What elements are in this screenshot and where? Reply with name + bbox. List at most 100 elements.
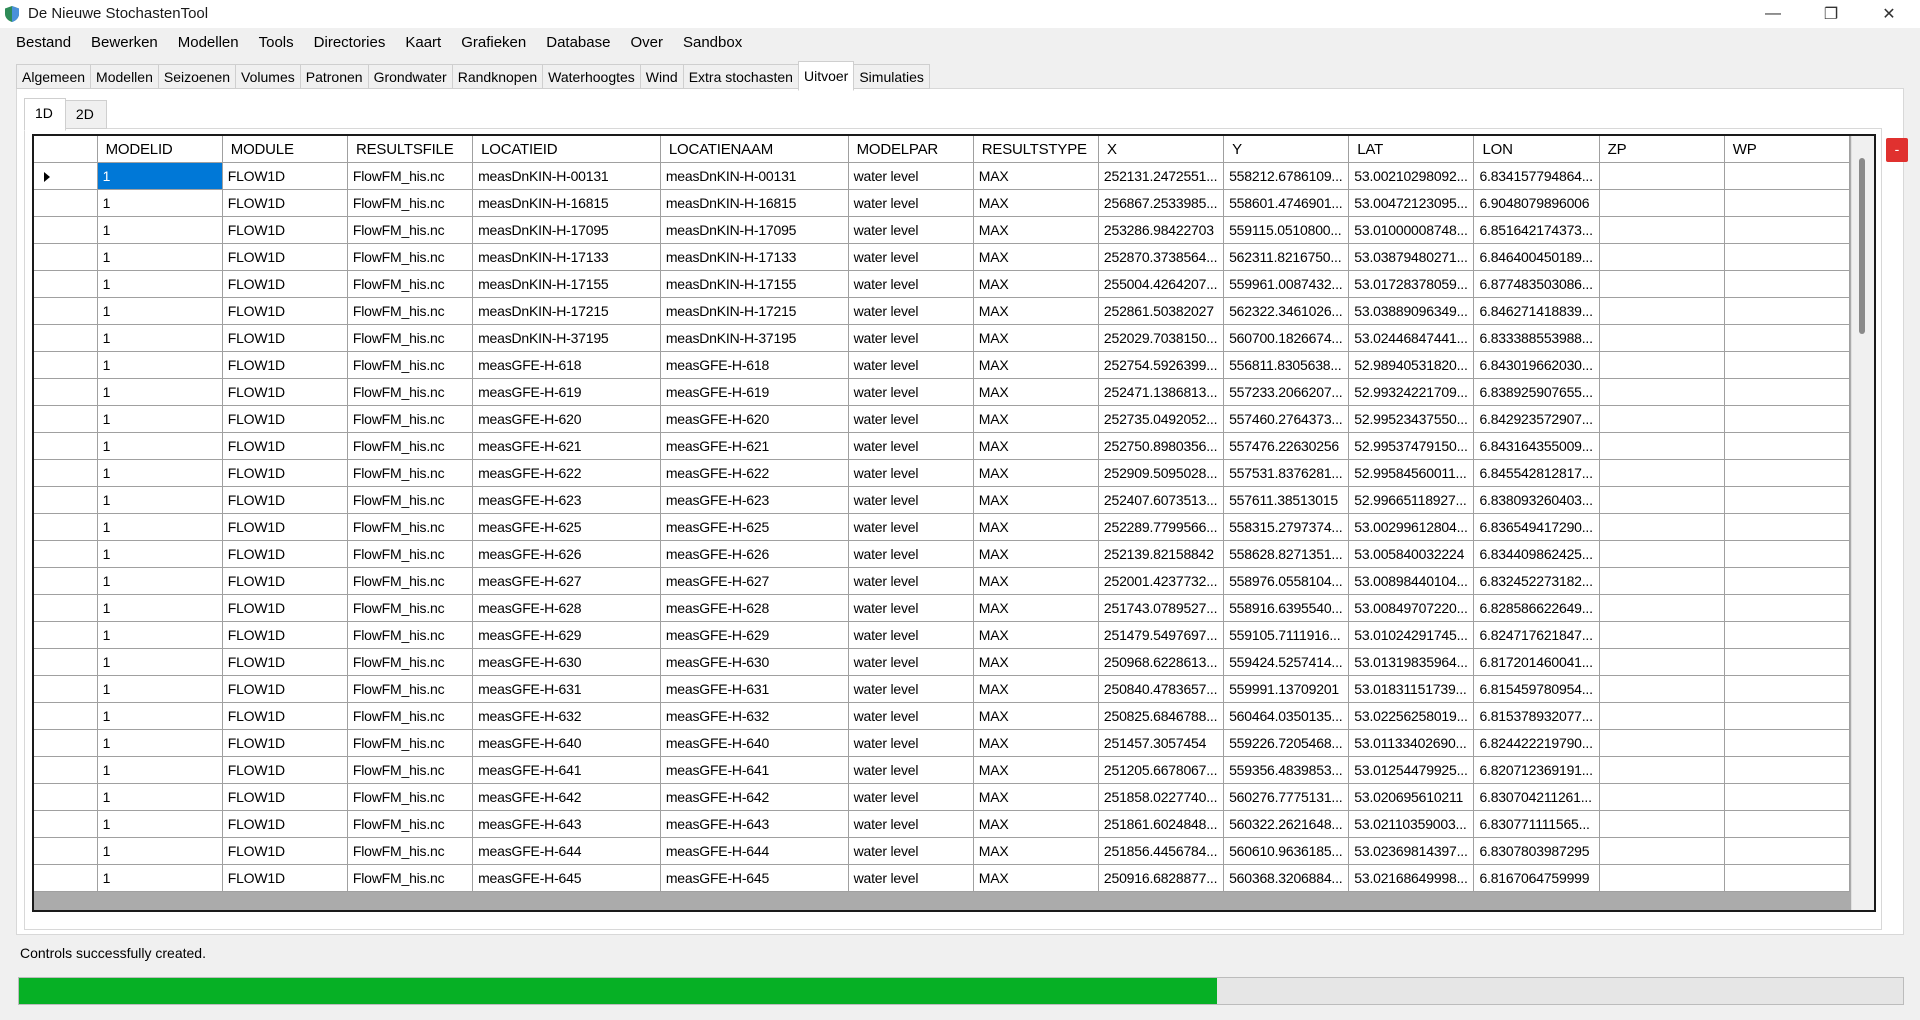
cell-zp[interactable] (1599, 163, 1725, 190)
row-selector[interactable] (34, 325, 98, 352)
row-selector[interactable] (34, 487, 98, 514)
cell-y[interactable]: 559991.13709201 (1224, 676, 1350, 703)
cell-resultsfile[interactable]: FlowFM_his.nc (347, 379, 474, 406)
cell-y[interactable]: 560610.9636185... (1224, 838, 1350, 865)
cell-module[interactable]: FLOW1D (222, 676, 348, 703)
cell-resultstype[interactable]: MAX (973, 352, 1099, 379)
cell-resultsfile[interactable]: FlowFM_his.nc (347, 217, 474, 244)
cell-lat[interactable]: 53.02369814397... (1349, 838, 1475, 865)
cell-modelid[interactable]: 1 (97, 676, 223, 703)
cell-modelpar[interactable]: water level (848, 703, 974, 730)
table-row[interactable]: 1 FLOW1D FlowFM_his.nc measDnKIN-H-17215 mea… (34, 298, 1850, 325)
cell-locatienaam[interactable]: measGFE-H-645 (660, 865, 849, 892)
row-selector[interactable] (34, 352, 98, 379)
cell-modelpar[interactable]: water level (848, 838, 974, 865)
cell-wp[interactable] (1724, 379, 1850, 406)
cell-modelid[interactable]: 1 (97, 595, 223, 622)
cell-y[interactable]: 556811.8305638... (1224, 352, 1350, 379)
cell-locatienaam[interactable]: measGFE-H-644 (660, 838, 849, 865)
cell-x[interactable]: 251858.0227740... (1098, 784, 1225, 811)
cell-lon[interactable]: 6.843164355009... (1474, 433, 1600, 460)
cell-modelpar[interactable]: water level (848, 298, 974, 325)
cell-lat[interactable]: 53.00849707220... (1349, 595, 1475, 622)
cell-locatienaam[interactable]: measGFE-H-630 (660, 649, 849, 676)
cell-locatienaam[interactable]: measGFE-H-631 (660, 676, 849, 703)
cell-locatieid[interactable]: measGFE-H-625 (473, 514, 661, 541)
cell-modelpar[interactable]: water level (848, 541, 974, 568)
cell-zp[interactable] (1599, 487, 1725, 514)
cell-lon[interactable]: 6.820712369191... (1474, 757, 1600, 784)
cell-resultstype[interactable]: MAX (973, 325, 1099, 352)
table-row[interactable]: 1 FLOW1D FlowFM_his.nc measGFE-H-632 measGFE… (34, 703, 1850, 730)
cell-lon[interactable]: 6.830704211261... (1474, 784, 1600, 811)
cell-modelpar[interactable]: water level (848, 811, 974, 838)
cell-modelpar[interactable]: water level (848, 649, 974, 676)
column-header-modelpar[interactable]: MODELPAR (848, 136, 974, 163)
cell-resultstype[interactable]: MAX (973, 433, 1099, 460)
cell-x[interactable]: 252131.2472551... (1098, 163, 1225, 190)
cell-modelid[interactable]: 1 (97, 541, 223, 568)
cell-locatieid[interactable]: measGFE-H-631 (473, 676, 661, 703)
cell-locatienaam[interactable]: measDnKIN-H-17215 (660, 298, 849, 325)
cell-zp[interactable] (1599, 730, 1725, 757)
cell-modelpar[interactable]: water level (848, 622, 974, 649)
cell-resultstype[interactable]: MAX (973, 730, 1099, 757)
cell-x[interactable]: 252029.7038150... (1098, 325, 1225, 352)
cell-resultstype[interactable]: MAX (973, 838, 1099, 865)
cell-lat[interactable]: 53.02446847441... (1349, 325, 1475, 352)
cell-x[interactable]: 251743.0789527... (1098, 595, 1225, 622)
cell-resultstype[interactable]: MAX (973, 271, 1099, 298)
cell-x[interactable]: 251856.4456784... (1098, 838, 1225, 865)
cell-module[interactable]: FLOW1D (222, 244, 348, 271)
cell-locatienaam[interactable]: measGFE-H-642 (660, 784, 849, 811)
cell-lat[interactable]: 53.01319835964... (1349, 649, 1475, 676)
cell-wp[interactable] (1724, 298, 1850, 325)
cell-modelid[interactable]: 1 (97, 811, 223, 838)
column-header-lon[interactable]: LON (1474, 136, 1600, 163)
cell-wp[interactable] (1724, 541, 1850, 568)
cell-resultsfile[interactable]: FlowFM_his.nc (347, 676, 474, 703)
cell-resultstype[interactable]: MAX (973, 514, 1099, 541)
cell-modelid[interactable]: 1 (97, 244, 223, 271)
cell-lat[interactable]: 53.01254479925... (1349, 757, 1475, 784)
cell-lon[interactable]: 6.8307803987295 (1474, 838, 1600, 865)
cell-modelpar[interactable]: water level (848, 352, 974, 379)
cell-module[interactable]: FLOW1D (222, 838, 348, 865)
cell-wp[interactable] (1724, 190, 1850, 217)
cell-zp[interactable] (1599, 325, 1725, 352)
cell-y[interactable]: 558916.6395540... (1224, 595, 1350, 622)
cell-locatienaam[interactable]: measGFE-H-640 (660, 730, 849, 757)
cell-lon[interactable]: 6.836549417290... (1474, 514, 1600, 541)
cell-lat[interactable]: 53.00299612804... (1349, 514, 1475, 541)
cell-x[interactable]: 253286.98422703 (1098, 217, 1225, 244)
table-row[interactable]: 1 FLOW1D FlowFM_his.nc measDnKIN-H-17155 mea… (34, 271, 1850, 298)
cell-y[interactable]: 559424.5257414... (1224, 649, 1350, 676)
cell-lat[interactable]: 53.03889096349... (1349, 298, 1475, 325)
cell-zp[interactable] (1599, 379, 1725, 406)
cell-zp[interactable] (1599, 217, 1725, 244)
cell-resultstype[interactable]: MAX (973, 190, 1099, 217)
table-row[interactable]: 1 FLOW1D FlowFM_his.nc measGFE-H-630 measGFE… (34, 649, 1850, 676)
cell-locatienaam[interactable]: measGFE-H-622 (660, 460, 849, 487)
cell-resultstype[interactable]: MAX (973, 379, 1099, 406)
cell-locatieid[interactable]: measGFE-H-623 (473, 487, 661, 514)
cell-lat[interactable]: 53.00210298092... (1349, 163, 1475, 190)
cell-locatieid[interactable]: measGFE-H-627 (473, 568, 661, 595)
cell-zp[interactable] (1599, 595, 1725, 622)
cell-y[interactable]: 557476.22630256 (1224, 433, 1350, 460)
cell-x[interactable]: 252754.5926399... (1098, 352, 1225, 379)
cell-locatieid[interactable]: measGFE-H-620 (473, 406, 661, 433)
cell-wp[interactable] (1724, 595, 1850, 622)
cell-resultsfile[interactable]: FlowFM_his.nc (347, 622, 474, 649)
cell-zp[interactable] (1599, 244, 1725, 271)
cell-module[interactable]: FLOW1D (222, 541, 348, 568)
scrollbar-thumb[interactable] (1859, 158, 1865, 334)
cell-resultsfile[interactable]: FlowFM_his.nc (347, 757, 474, 784)
cell-wp[interactable] (1724, 271, 1850, 298)
table-row[interactable]: 1 FLOW1D FlowFM_his.nc measGFE-H-642 measGFE… (34, 784, 1850, 811)
cell-module[interactable]: FLOW1D (222, 757, 348, 784)
cell-resultsfile[interactable]: FlowFM_his.nc (347, 541, 474, 568)
cell-zp[interactable] (1599, 271, 1725, 298)
cell-y[interactable]: 557611.38513015 (1224, 487, 1350, 514)
cell-resultstype[interactable]: MAX (973, 865, 1099, 892)
